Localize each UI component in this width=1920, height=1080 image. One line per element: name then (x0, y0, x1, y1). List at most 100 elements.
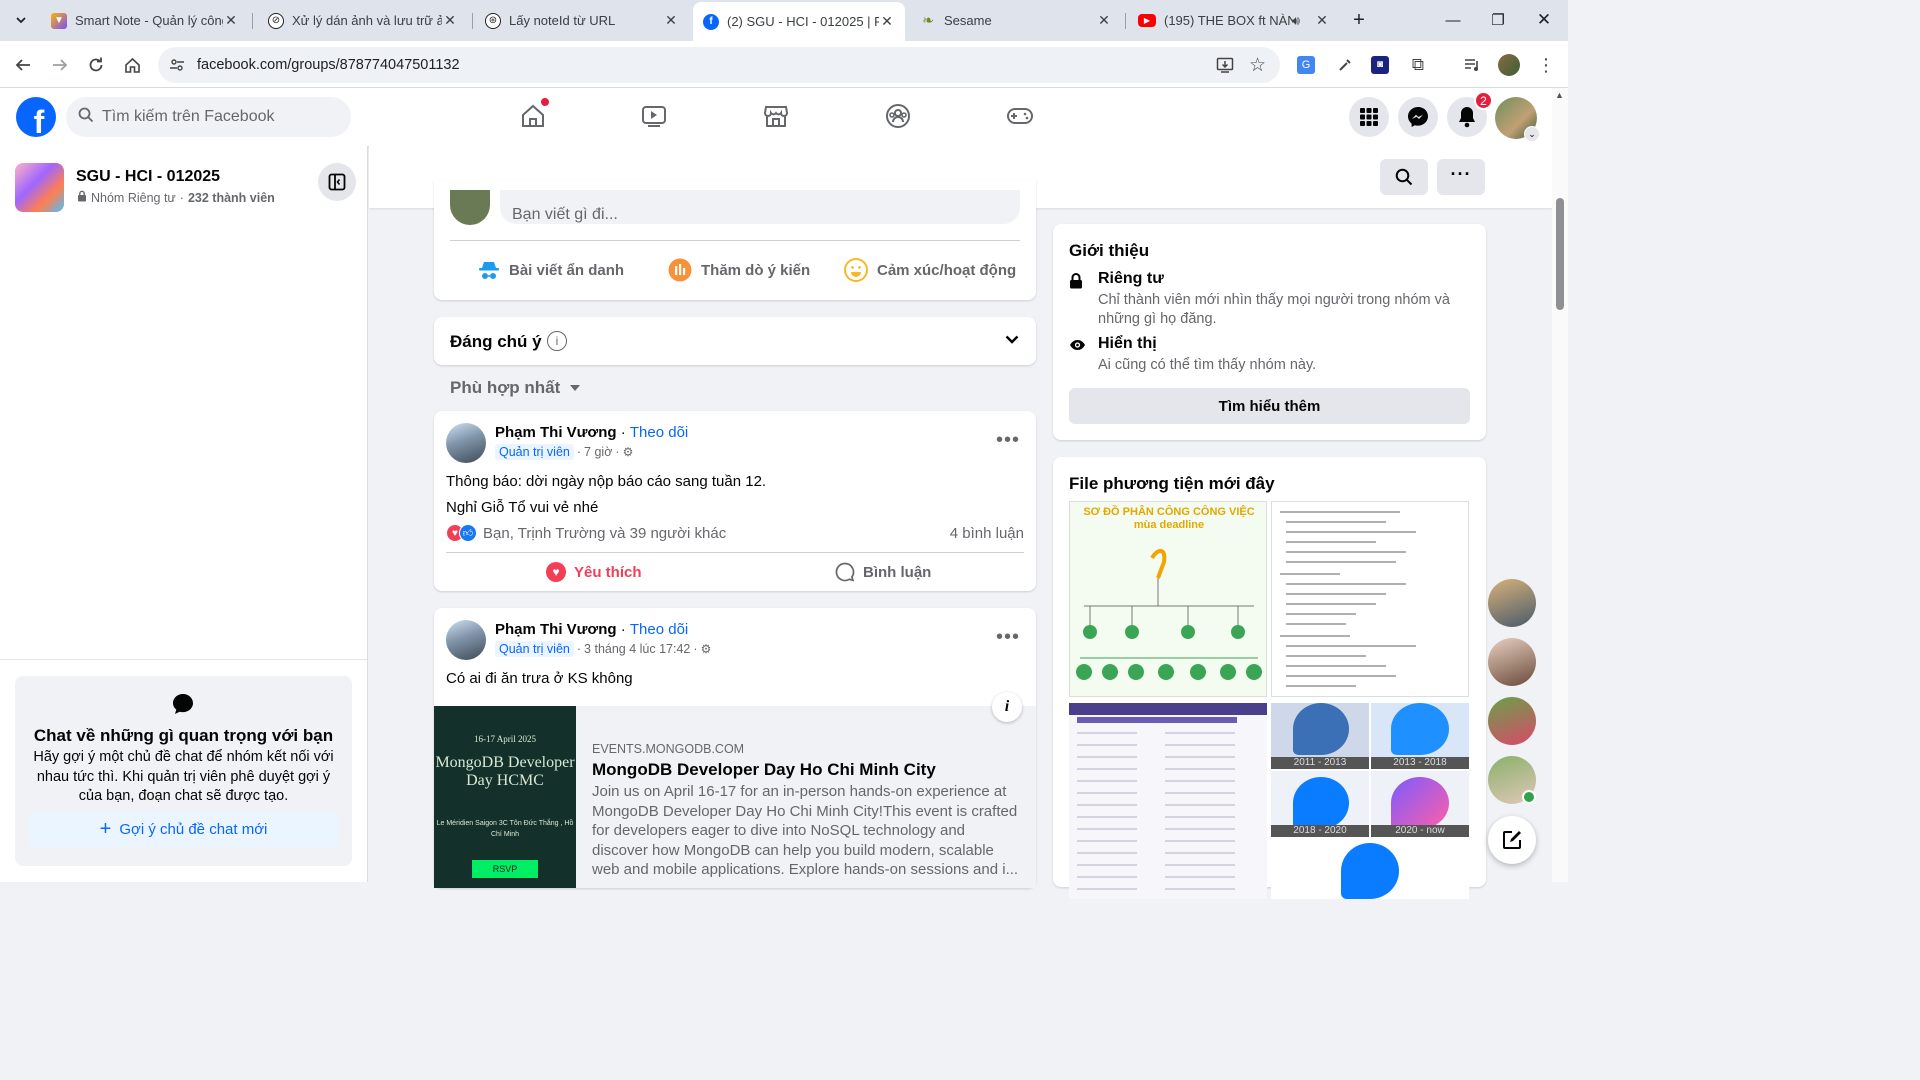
featured-section[interactable]: Đáng chú ý i (434, 317, 1036, 365)
author-avatar[interactable] (446, 423, 486, 463)
smiley-icon (844, 258, 868, 282)
forward-arrow-icon[interactable] (48, 53, 72, 77)
contact-avatar[interactable] (1488, 579, 1536, 627)
close-icon[interactable]: ✕ (1096, 12, 1112, 29)
site-settings-icon[interactable] (169, 57, 185, 78)
media-thumbnail[interactable]: 2011 - 2013 2013 - 2018 2018 - 2020 2020… (1271, 703, 1469, 899)
window-close-icon[interactable]: ✕ (1532, 8, 1556, 32)
follow-link[interactable]: Theo dõi (630, 424, 688, 441)
learn-more-button[interactable]: Tìm hiểu thêm (1069, 388, 1470, 424)
nav-video-icon[interactable] (640, 102, 668, 130)
nav-groups-icon[interactable] (884, 102, 912, 130)
close-icon[interactable]: ✕ (1314, 12, 1330, 29)
contact-avatar[interactable] (1488, 756, 1536, 804)
close-icon[interactable]: ✕ (663, 12, 679, 29)
suggest-chat-button[interactable]: + Gợi ý chủ đề chat mới (29, 811, 338, 847)
back-arrow-icon[interactable] (11, 53, 35, 77)
browser-tab-youtube[interactable]: ▶ (195) THE BOX ft NÀNG 🔊︎ ✕ (1128, 6, 1340, 35)
minimize-icon[interactable]: — (1441, 8, 1465, 32)
install-app-icon[interactable] (1216, 56, 1234, 79)
browser-tab-sesame[interactable]: ❧ Sesame ✕ (910, 6, 1122, 35)
bookmark-star-icon[interactable]: ☆ (1249, 54, 1266, 77)
browser-tab-facebook[interactable]: f (2) SGU - HCI - 012025 | Fa ✕ (693, 2, 905, 41)
info-icon[interactable]: i (547, 331, 567, 351)
profile-avatar[interactable] (1497, 53, 1521, 77)
browser-tab-paste-image[interactable]: ⊘ Xử lý dán ảnh và lưu trữ ản ✕ (258, 6, 468, 35)
media-control-icon[interactable] (1460, 53, 1484, 77)
media-thumbnail[interactable] (1069, 703, 1267, 899)
notifications-button[interactable]: 2 (1447, 91, 1493, 137)
group-name[interactable]: SGU - HCI - 012025 (76, 168, 220, 186)
facebook-logo[interactable]: f (16, 97, 56, 137)
search-icon (78, 107, 94, 128)
link-title[interactable]: MongoDB Developer Day Ho Chi Minh City (592, 760, 936, 780)
close-icon[interactable]: ✕ (879, 13, 895, 30)
privacy-info: Riêng tư Chỉ thành viên mới nhìn thấy mọ… (1069, 270, 1468, 329)
author-name[interactable]: Phạm Thi Vương (495, 424, 617, 441)
anonymous-post-button[interactable]: Bài viết ẩn danh (478, 256, 624, 284)
like-reaction-icon[interactable]: 👍︎ (459, 524, 477, 542)
post-options-icon[interactable]: ••• (996, 626, 1020, 649)
admin-badge[interactable]: Quản trị viên (495, 641, 574, 657)
post-options-icon[interactable]: ••• (996, 429, 1020, 452)
address-bar[interactable]: facebook.com/groups/878774047501132 ☆ (158, 47, 1280, 83)
follow-link[interactable]: Theo dõi (630, 621, 688, 638)
contact-avatar[interactable] (1488, 697, 1536, 745)
post-time[interactable]: 7 giờ (584, 445, 612, 459)
page-scrollbar[interactable]: ▲ (1552, 88, 1568, 882)
media-thumbnail[interactable] (1271, 501, 1469, 697)
sort-dropdown[interactable]: Phù hợp nhất (450, 378, 581, 398)
group-avatar[interactable] (15, 163, 64, 212)
nav-marketplace-icon[interactable] (762, 102, 790, 130)
info-icon[interactable]: i (992, 692, 1022, 722)
new-message-button[interactable] (1488, 816, 1536, 864)
feeling-activity-button[interactable]: Cảm xúc/hoạt động (844, 256, 1016, 284)
contact-avatar[interactable] (1488, 638, 1536, 686)
messenger-logo-icon (1293, 703, 1349, 755)
browser-menu-icon[interactable]: ⋮ (1534, 53, 1558, 77)
group-search-button[interactable] (1380, 159, 1428, 195)
messenger-button[interactable] (1398, 97, 1438, 137)
meta-separator: · (693, 642, 698, 656)
post-time[interactable]: 3 tháng 4 lúc 17:42 (584, 642, 690, 656)
author-name[interactable]: Phạm Thi Vương (495, 621, 617, 638)
media-thumbnail[interactable]: SƠ ĐỒ PHÂN CÔNG CÔNG VIỆC mùa deadline (1069, 501, 1267, 697)
google-translate-icon[interactable]: G (1294, 53, 1318, 77)
extensions-puzzle-icon[interactable]: ⧉ (1406, 53, 1430, 77)
composer-input[interactable]: Bạn viết gì đi... (500, 190, 1020, 224)
group-more-button[interactable]: ··· (1437, 159, 1485, 195)
extension-image-icon[interactable]: ◙ (1368, 53, 1392, 77)
comment-button[interactable]: Bình luận (835, 561, 931, 583)
collapse-sidebar-button[interactable] (318, 163, 356, 201)
home-icon[interactable] (120, 53, 144, 77)
comment-count[interactable]: 4 bình luận (950, 525, 1024, 542)
recent-media-card: File phương tiện mới đây SƠ ĐỒ PHÂN CÔNG… (1053, 457, 1486, 899)
admin-badge[interactable]: Quản trị viên (495, 444, 574, 460)
chevron-down-icon[interactable] (1004, 331, 1020, 352)
menu-grid-button[interactable] (1349, 97, 1389, 137)
reaction-names[interactable]: Bạn, Trịnh Trường và 39 người khác (483, 525, 950, 542)
restore-icon[interactable]: ❐ (1486, 8, 1510, 32)
close-icon[interactable]: ✕ (442, 12, 458, 29)
nav-gaming-icon[interactable] (1006, 102, 1034, 130)
account-avatar[interactable]: ⌄ (1495, 97, 1540, 142)
scroll-up-arrow-icon[interactable]: ▲ (1555, 90, 1564, 100)
link-preview[interactable]: 16-17 April 2025 MongoDB Developer Day H… (434, 692, 1036, 888)
close-icon[interactable]: ✕ (223, 12, 239, 29)
love-button[interactable]: ♥ Yêu thích (546, 561, 642, 583)
author-avatar[interactable] (446, 620, 486, 660)
tab-search-chevron-icon[interactable] (9, 8, 33, 32)
speaker-icon[interactable]: 🔊︎ (1292, 13, 1300, 29)
reload-icon[interactable] (84, 53, 108, 77)
nav-home-icon[interactable] (519, 98, 549, 130)
eye-icon (1069, 338, 1085, 375)
new-tab-plus-icon[interactable]: + (1347, 8, 1371, 32)
poll-button[interactable]: Thăm dò ý kiến (668, 256, 810, 284)
facebook-search-input[interactable]: Tìm kiếm trên Facebook (66, 97, 351, 137)
scrollbar-thumb[interactable] (1556, 198, 1564, 310)
group-members[interactable]: 232 thành viên (188, 191, 275, 205)
browser-tab-smartnote[interactable]: ▼ Smart Note - Quản lý công ✕ (41, 6, 249, 35)
eyedropper-icon[interactable] (1333, 53, 1357, 77)
browser-tab-noteid[interactable]: ⊛ Lấy noteId từ URL ✕ (475, 6, 689, 35)
user-avatar[interactable] (450, 190, 490, 225)
